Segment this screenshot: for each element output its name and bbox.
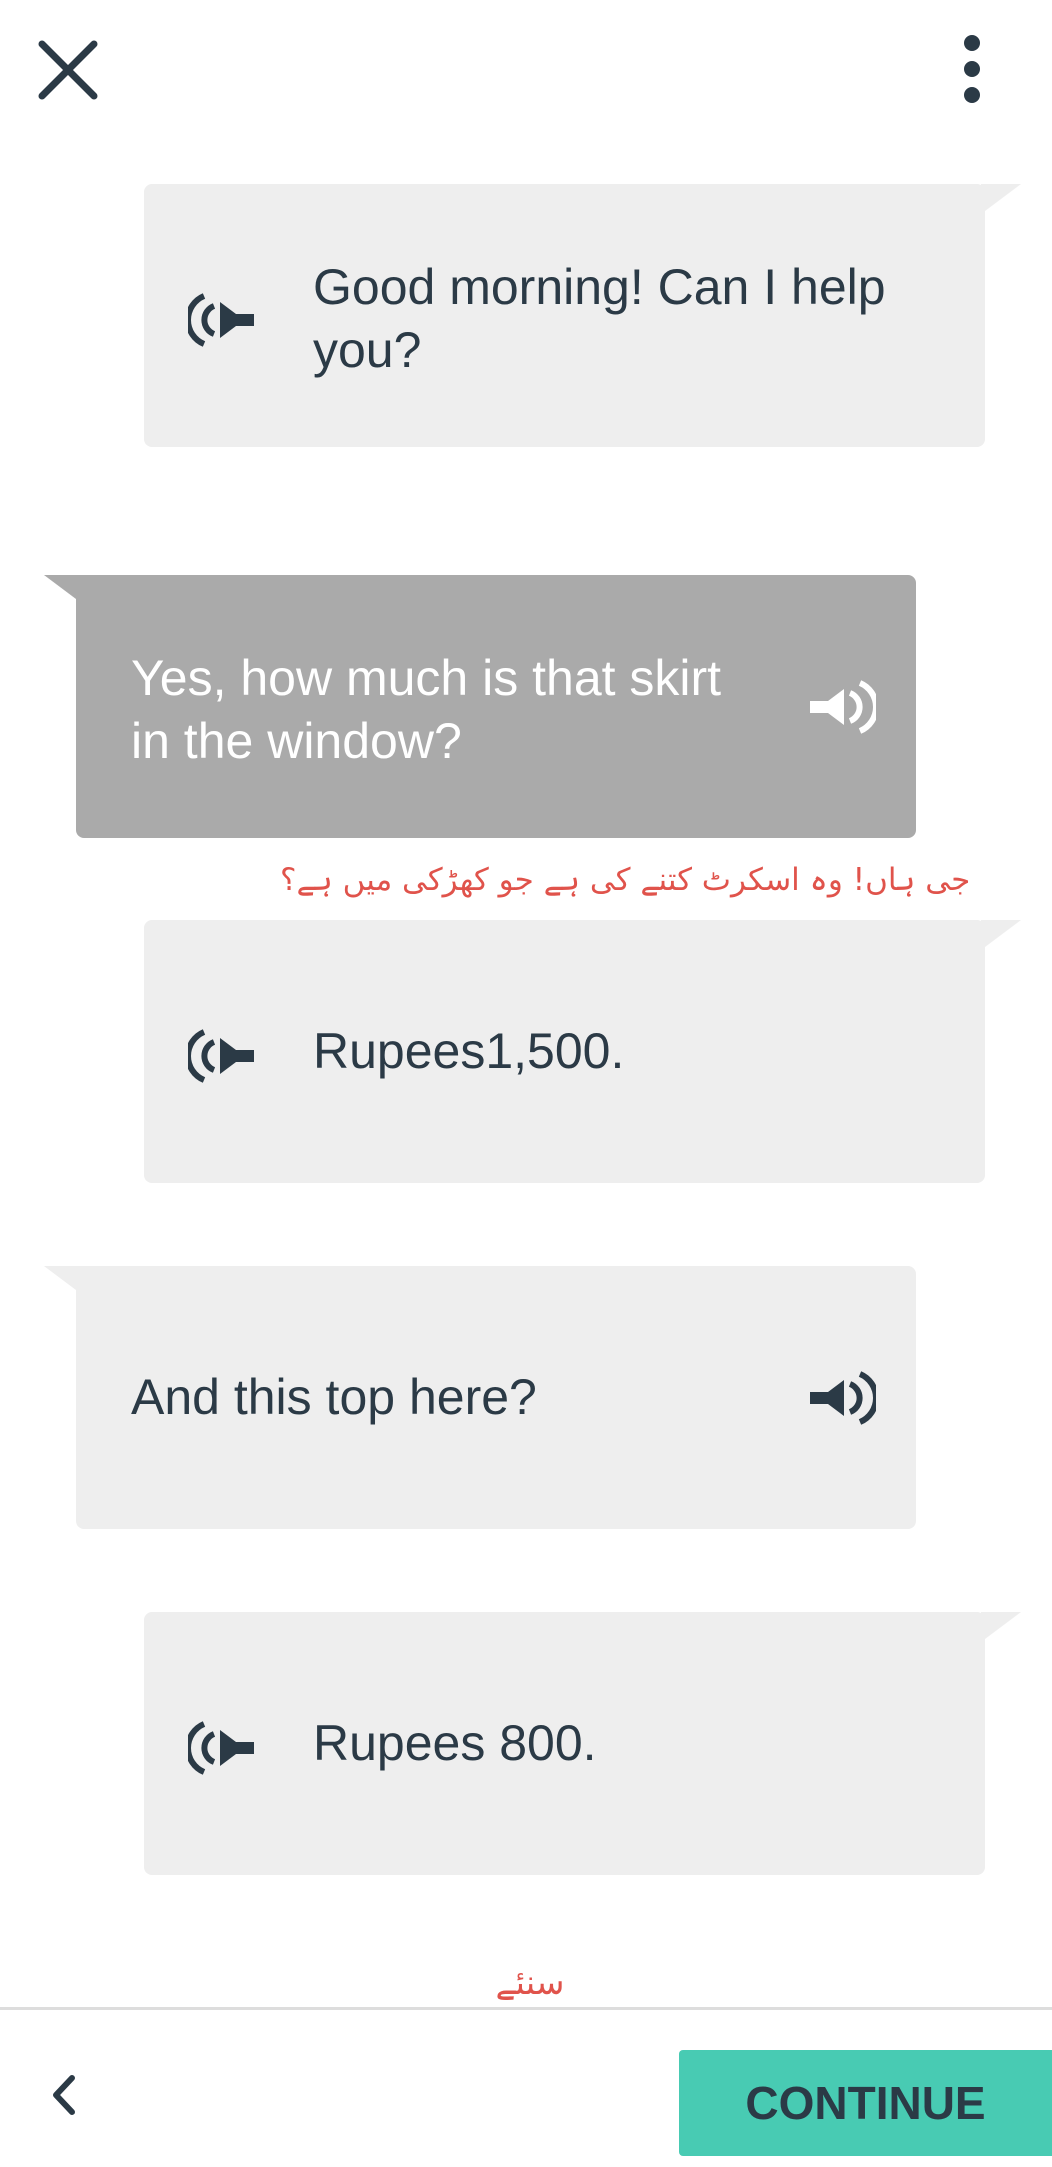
dialogue-bubble: Rupees1,500. bbox=[144, 920, 1021, 1183]
dialogue-bubble: Rupees 800. bbox=[144, 1612, 1021, 1875]
bubble-tail bbox=[981, 920, 1021, 950]
dialogue-bubble: And this top here? bbox=[44, 1266, 916, 1529]
speaker-icon[interactable] bbox=[806, 675, 879, 744]
dialogue-text: Rupees 800. bbox=[313, 1715, 597, 1771]
chevron-left-icon[interactable] bbox=[44, 2070, 84, 2120]
listen-label: سنئے bbox=[495, 1963, 565, 2003]
bubble-tail bbox=[44, 575, 84, 605]
dialogue-bubble-active: Yes, how much is that skirt in the windo… bbox=[44, 575, 916, 838]
speaker-icon[interactable] bbox=[185, 1716, 258, 1785]
dialogue-text: Good morning! Can I help you? bbox=[313, 259, 886, 378]
dialogue-bubble: Good morning! Can I help you? bbox=[144, 184, 1021, 447]
speaker-icon[interactable] bbox=[185, 288, 258, 357]
speaker-icon[interactable] bbox=[185, 1024, 258, 1093]
bubble-tail bbox=[981, 184, 1021, 214]
bubble-tail bbox=[44, 1266, 84, 1296]
close-icon[interactable] bbox=[36, 38, 100, 102]
bubble-tail bbox=[981, 1612, 1021, 1642]
translation-text: جی ہاں! وہ اسکرٹ کتنے کی ہے جو کھڑکی میں… bbox=[280, 862, 971, 898]
dialogue-text: Yes, how much is that skirt in the windo… bbox=[131, 650, 722, 769]
more-vertical-icon[interactable] bbox=[955, 34, 989, 104]
dialogue-text: And this top here? bbox=[131, 1369, 537, 1425]
speaker-icon[interactable] bbox=[806, 1366, 879, 1435]
continue-button[interactable]: CONTINUE bbox=[679, 2050, 1052, 2156]
dialogue-text: Rupees1,500. bbox=[313, 1023, 625, 1079]
